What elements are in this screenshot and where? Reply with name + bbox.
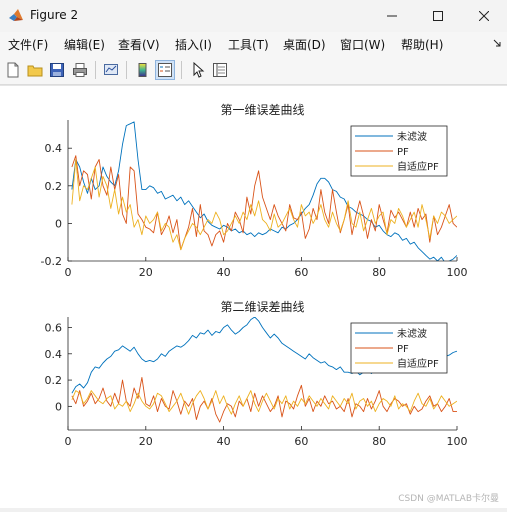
y-tick-label: 0.4 [45, 142, 63, 155]
legend[interactable]: 未滤波 PF 自适应PF [350, 322, 448, 374]
x-tick-label: 60 [294, 266, 308, 279]
y-tick-label: 0.2 [45, 374, 63, 387]
title-bar[interactable]: Figure 2 [0, 0, 507, 32]
x-tick-label: 80 [372, 435, 386, 448]
menu-window[interactable]: 窗口(W) [340, 36, 385, 53]
menu-help[interactable]: 帮助(H) [401, 36, 443, 53]
window-title: Figure 2 [30, 8, 79, 22]
new-figure-icon [7, 62, 19, 78]
link-plot-icon [104, 64, 118, 75]
chart-title: 第二维误差曲线 [220, 300, 304, 314]
arrow-overflow-icon[interactable] [493, 39, 502, 48]
y-tick-label: 0.6 [45, 322, 63, 335]
legend-label-2: PF [397, 344, 409, 355]
legend-icon [158, 63, 172, 77]
axes-2[interactable]: 第二维误差曲线 0 20 40 60 80 100 0 0.2 0.4 0.6 未滤波 PF 自适应PF [45, 300, 468, 448]
pointer-button[interactable] [188, 60, 208, 80]
legend-label-1: 未滤波 [397, 130, 427, 143]
save-button[interactable] [47, 60, 67, 80]
property-inspector-icon [213, 63, 227, 77]
legend-label-3: 自适应PF [397, 357, 439, 370]
save-icon [50, 63, 64, 77]
toolbar-separator [181, 61, 182, 79]
matlab-logo-icon [9, 9, 23, 21]
print-button[interactable] [70, 60, 90, 80]
toolbar [0, 56, 507, 85]
axes-1[interactable]: 第一维误差曲线0 20 40 60 80 100-0.200.20.4未滤波PF自适应PF [41, 103, 468, 279]
maximize-button[interactable] [415, 0, 461, 32]
menu-insert[interactable]: 插入(I) [175, 36, 212, 53]
legend-label-1: 未滤波 [397, 327, 427, 340]
toolbar-separator [126, 61, 127, 79]
x-tick-label: 20 [139, 266, 153, 279]
colorbar-button[interactable] [133, 60, 153, 80]
toolbar-separator [95, 61, 96, 79]
legend-label-3: 自适应PF [397, 160, 439, 173]
chart-title: 第一维误差曲线 [220, 103, 304, 117]
figure-canvas[interactable]: 第一维误差曲线 0 20 40 60 80 100 -0.2 0 0.2 0.4 未滤波 PF 自适应PF… [0, 85, 507, 508]
pointer-icon [193, 62, 205, 78]
y-tick-label: 0 [55, 217, 62, 230]
x-tick-label: 80 [372, 266, 386, 279]
open-file-icon [27, 65, 43, 77]
legend-label-2: PF [397, 147, 409, 158]
y-tick-label: 0.4 [45, 348, 63, 361]
y-tick-label: 0.2 [45, 180, 63, 193]
close-icon [479, 11, 489, 21]
watermark: CSDN @MATLAB卡尔曼 [398, 494, 499, 504]
x-tick-label: 0 [65, 435, 72, 448]
menu-desktop[interactable]: 桌面(D) [283, 36, 326, 53]
x-tick-label: 60 [294, 435, 308, 448]
new-figure-button[interactable] [3, 60, 23, 80]
x-tick-label: 40 [217, 435, 231, 448]
y-tick-label: 0 [55, 400, 62, 413]
x-tick-label: 20 [139, 435, 153, 448]
legend-button[interactable] [155, 60, 175, 80]
minimize-icon [387, 15, 397, 17]
print-icon [73, 63, 87, 77]
property-inspector-button[interactable] [210, 60, 230, 80]
open-file-button[interactable] [25, 60, 45, 80]
menu-bar: 文件(F) 编辑(E) 查看(V) 插入(I) 工具(T) 桌面(D) 窗口(W… [0, 32, 507, 56]
y-tick-label: -0.2 [41, 255, 62, 268]
x-tick-label: 100 [447, 266, 468, 279]
menu-tools[interactable]: 工具(T) [228, 36, 269, 53]
x-tick-label: 40 [217, 266, 231, 279]
legend[interactable]: 未滤波 PF 自适应PF [350, 125, 448, 177]
x-tick-label: 100 [447, 435, 468, 448]
menu-view[interactable]: 查看(V) [118, 36, 160, 53]
x-tick-label: 0 [65, 266, 72, 279]
minimize-button[interactable] [369, 0, 415, 32]
colorbar-icon [138, 63, 147, 77]
link-plot-button[interactable] [101, 60, 121, 80]
close-button[interactable] [461, 0, 507, 32]
maximize-icon [433, 11, 443, 21]
menu-edit[interactable]: 编辑(E) [64, 36, 105, 53]
figure-window: Figure 2 文件(F) 编辑(E) 查看(V) 插入(I) 工具(T) 桌… [0, 0, 507, 508]
plots-svg: 第一维误差曲线0 20 40 60 80 100-0.200.20.4未滤波PF自适应PF… [41, 103, 468, 448]
menu-file[interactable]: 文件(F) [8, 36, 48, 53]
